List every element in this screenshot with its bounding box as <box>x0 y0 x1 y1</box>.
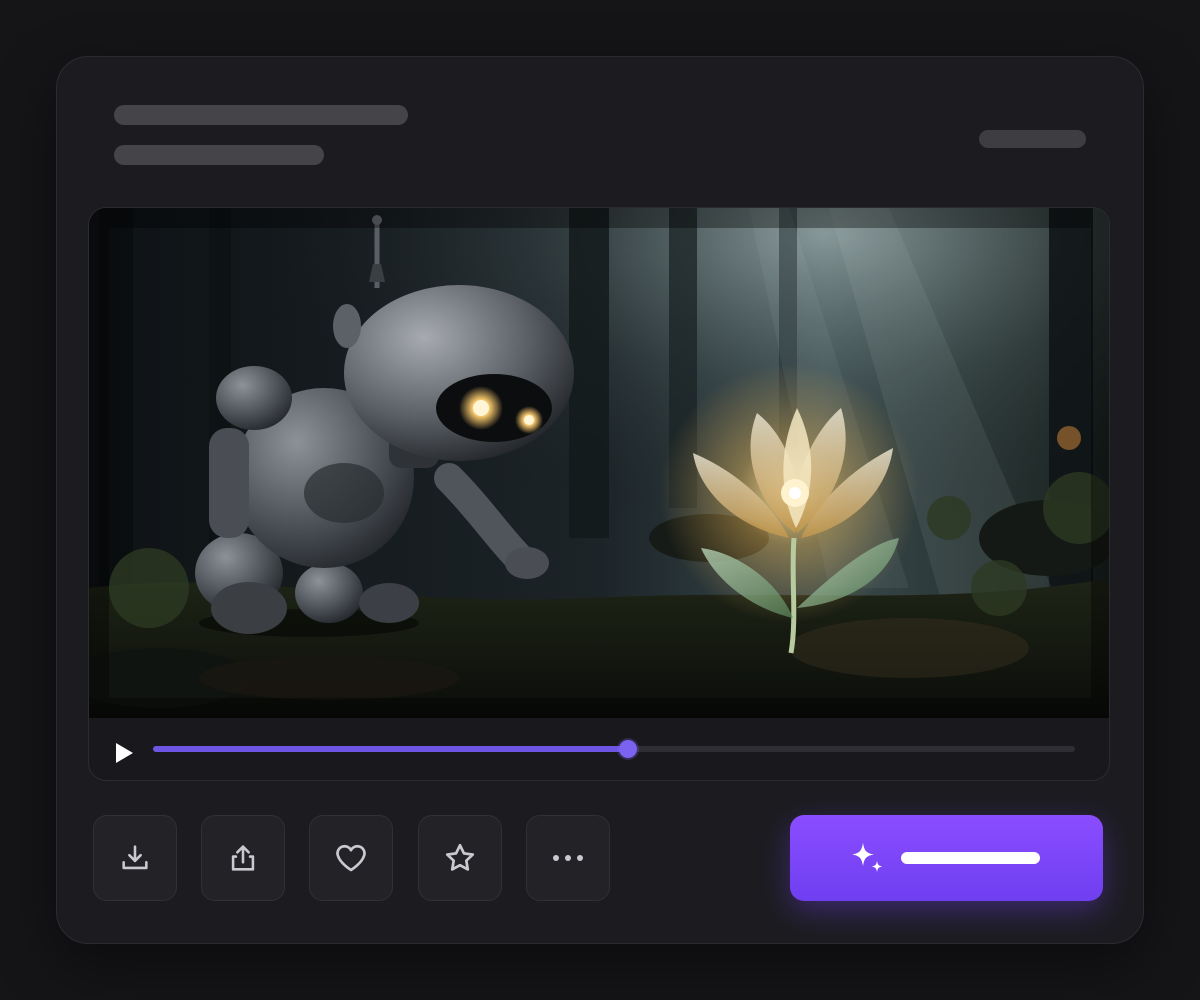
video-player <box>88 207 1110 781</box>
button-label-skeleton <box>901 852 1040 864</box>
title-skeleton <box>114 105 408 125</box>
progress-track[interactable] <box>153 740 1075 758</box>
progress-thumb[interactable] <box>618 740 637 758</box>
meta-skeleton <box>979 130 1086 148</box>
player-controls <box>89 718 1109 780</box>
generate-button[interactable] <box>790 815 1103 901</box>
play-button[interactable] <box>111 740 137 766</box>
download-button[interactable] <box>93 815 177 901</box>
like-button[interactable] <box>309 815 393 901</box>
play-icon <box>116 743 133 763</box>
star-icon <box>445 843 475 871</box>
download-icon <box>122 845 148 870</box>
media-card <box>56 56 1144 944</box>
share-icon <box>231 845 255 871</box>
sparkles-icon <box>852 843 883 872</box>
heart-icon <box>336 844 366 872</box>
subtitle-skeleton <box>114 145 324 165</box>
more-button[interactable] <box>526 815 610 901</box>
video-frame[interactable] <box>89 208 1110 718</box>
more-horizontal-icon <box>553 855 583 861</box>
favorite-button[interactable] <box>418 815 502 901</box>
progress-fill <box>153 746 628 752</box>
share-button[interactable] <box>201 815 285 901</box>
